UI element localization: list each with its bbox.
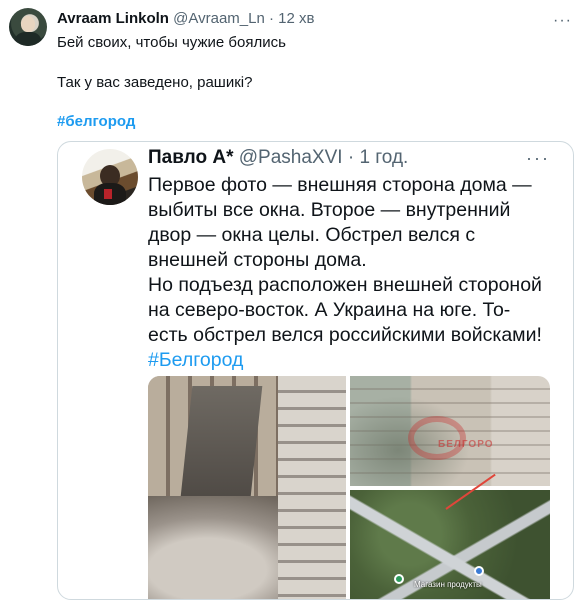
tweet: Avraam Linkoln @Avraam_Ln · 12 хв ··· Бе… <box>0 0 583 604</box>
quoted-text-line: есть обстрел велся российскими войсками! <box>148 324 542 346</box>
quoted-tweet[interactable]: Павло А* @PashaXVI · 1 год. ··· Первое ф… <box>57 141 574 600</box>
quoted-author-name[interactable]: Павло А* <box>148 147 233 168</box>
map-label: Магазин продукты <box>414 580 482 589</box>
avatar-body <box>15 32 41 46</box>
quoted-text-line: выбиты все окна. Второе — внутренний <box>148 199 511 221</box>
quoted-tweet-header: Павло А* @PashaXVI · 1 год. <box>148 146 408 170</box>
quoted-author-avatar[interactable] <box>82 149 138 205</box>
more-options-icon[interactable]: ··· <box>553 12 572 30</box>
hashtag-link[interactable]: #белгород <box>57 113 135 130</box>
photo-satellite-map[interactable]: Магазин продукты <box>350 473 550 599</box>
avatar-detail <box>104 189 112 199</box>
photo-detail <box>179 386 263 506</box>
photo-detail <box>278 376 346 599</box>
map-pin-icon <box>394 574 404 584</box>
quoted-text-line: внешней стороны дома. <box>148 249 367 271</box>
author-name[interactable]: Avraam Linkoln <box>57 10 169 27</box>
quoted-tweet-text: Первое фото — внешняя сторона дома — выб… <box>148 173 568 373</box>
quoted-more-options-icon[interactable]: ··· <box>526 148 550 169</box>
photo-courtyard[interactable]: БЕЛГОРО <box>350 376 550 486</box>
separator-dot: · <box>347 147 355 168</box>
tweet-header: Avraam Linkoln @Avraam_Ln · 12 хв <box>57 10 315 28</box>
media-grid: БЕЛГОРО Магазин продукты <box>148 376 550 599</box>
quoted-tweet-time[interactable]: 1 год. <box>359 147 408 168</box>
watermark-text: БЕЛГОРО <box>438 439 494 450</box>
author-handle[interactable]: @Avraam_Ln <box>173 10 265 27</box>
quoted-text-line: Первое фото — внешняя сторона дома — <box>148 174 532 196</box>
quoted-text-line: Но подъезд расположен внешней стороной <box>148 274 542 296</box>
quoted-author-handle[interactable]: @PashaXVI <box>239 147 343 168</box>
watermark-logo <box>408 416 466 460</box>
avatar-face <box>21 16 35 32</box>
tweet-time[interactable]: 12 хв <box>278 10 314 27</box>
quoted-text-line: на северо-восток. А Украина на юге. То- <box>148 299 511 321</box>
author-avatar[interactable] <box>9 8 47 46</box>
quoted-hashtag-link[interactable]: #Белгород <box>148 348 568 373</box>
photo-destroyed-building[interactable] <box>148 376 346 599</box>
separator-dot: · <box>269 10 274 27</box>
quoted-text-line: двор — окна целы. Обстрел велся с <box>148 224 476 246</box>
map-pin-icon <box>474 566 484 576</box>
tweet-text-line: Бей своих, чтобы чужие боялись <box>57 34 286 51</box>
tweet-text-line: Так у вас заведено, рашикі? <box>57 74 253 91</box>
